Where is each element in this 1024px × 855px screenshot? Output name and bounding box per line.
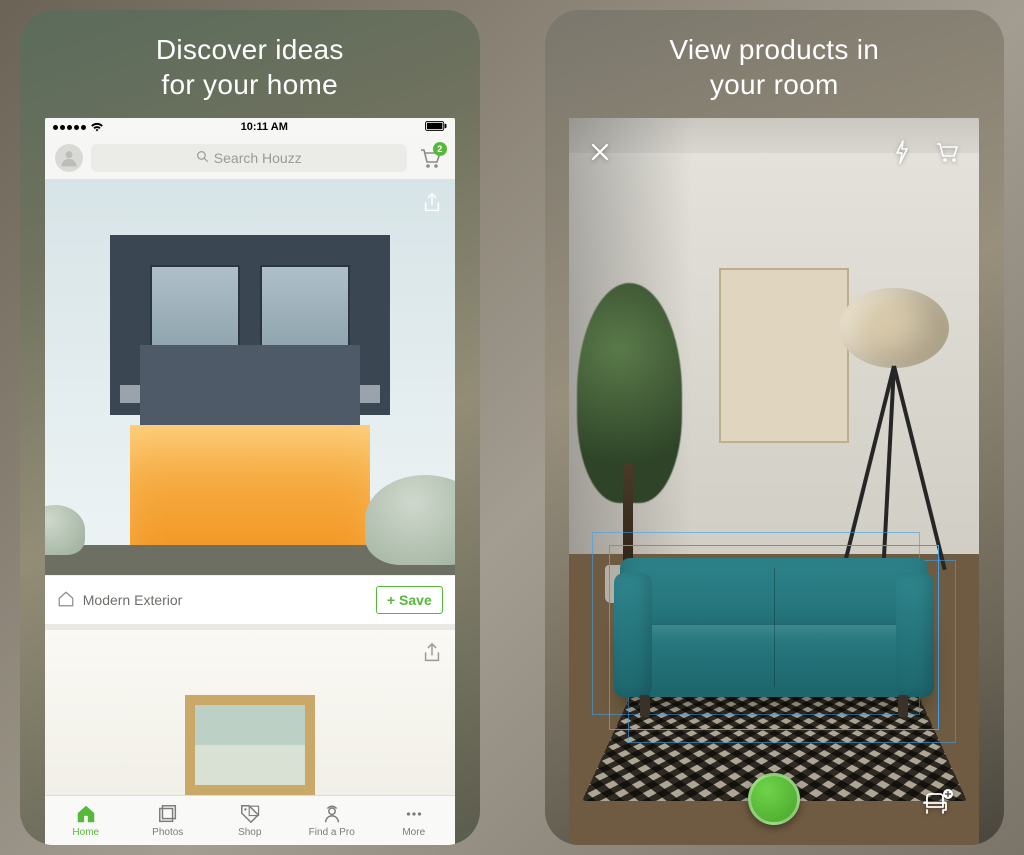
home-icon	[75, 803, 97, 825]
tab-home[interactable]: Home	[45, 796, 127, 845]
flash-button[interactable]	[889, 139, 915, 165]
tab-label: More	[402, 827, 425, 838]
battery-icon	[425, 121, 447, 134]
promo-panel-ar: View products inyour room	[545, 10, 1005, 845]
tab-label: Home	[72, 827, 99, 838]
close-button[interactable]	[587, 139, 613, 165]
ar-product-sofa[interactable]	[614, 550, 934, 725]
card-title: Modern Exterior	[83, 592, 183, 608]
tagline-right: View products inyour room	[659, 10, 889, 118]
cart-button[interactable]	[935, 139, 961, 165]
share-button[interactable]	[419, 190, 445, 216]
status-time: 10:11 AM	[241, 121, 288, 133]
tab-label: Shop	[238, 827, 261, 838]
wifi-icon	[90, 121, 104, 134]
feed-card[interactable]	[45, 630, 455, 795]
ar-top-controls	[569, 132, 979, 172]
card-bar: Modern Exterior + Save	[45, 575, 455, 624]
topbar: Search Houzz 2	[45, 136, 455, 180]
photos-icon	[157, 803, 179, 825]
more-icon	[403, 803, 425, 825]
shutter-button[interactable]	[748, 773, 800, 825]
tab-photos[interactable]: Photos	[127, 796, 209, 845]
tagline-left: Discover ideasfor your home	[146, 10, 354, 118]
tab-shop[interactable]: Shop	[209, 796, 291, 845]
tab-label: Find a Pro	[309, 827, 355, 838]
card-image[interactable]	[45, 180, 455, 575]
tab-more[interactable]: More	[373, 796, 455, 845]
cart-button[interactable]: 2	[415, 144, 445, 172]
cart-badge: 2	[433, 142, 447, 156]
add-furniture-button[interactable]	[917, 783, 957, 823]
phone-mockup-left: 10:11 AM Search Houzz 2	[45, 118, 455, 845]
ar-camera-view[interactable]	[569, 118, 979, 845]
plus-icon: +	[387, 592, 395, 608]
search-placeholder: Search Houzz	[214, 150, 302, 166]
wall-art-decor	[719, 268, 849, 443]
save-button[interactable]: + Save	[376, 586, 443, 614]
tab-bar: Home Photos Shop Find a Pro More	[45, 795, 455, 845]
tag-icon	[239, 803, 261, 825]
feed[interactable]: Modern Exterior + Save	[45, 180, 455, 795]
profile-avatar[interactable]	[55, 144, 83, 172]
save-label: Save	[399, 592, 432, 608]
share-button[interactable]	[419, 640, 445, 666]
signal-icon	[53, 125, 86, 130]
search-input[interactable]: Search Houzz	[91, 144, 407, 172]
promo-panel-discover: Discover ideasfor your home 10:11 AM	[20, 10, 480, 845]
feed-card[interactable]: Modern Exterior + Save	[45, 180, 455, 624]
pro-icon	[321, 803, 343, 825]
search-icon	[196, 150, 209, 166]
category-icon	[57, 590, 75, 611]
ar-bottom-controls	[569, 769, 979, 829]
status-bar: 10:11 AM	[45, 118, 455, 136]
tab-find-pro[interactable]: Find a Pro	[291, 796, 373, 845]
tab-label: Photos	[152, 827, 183, 838]
